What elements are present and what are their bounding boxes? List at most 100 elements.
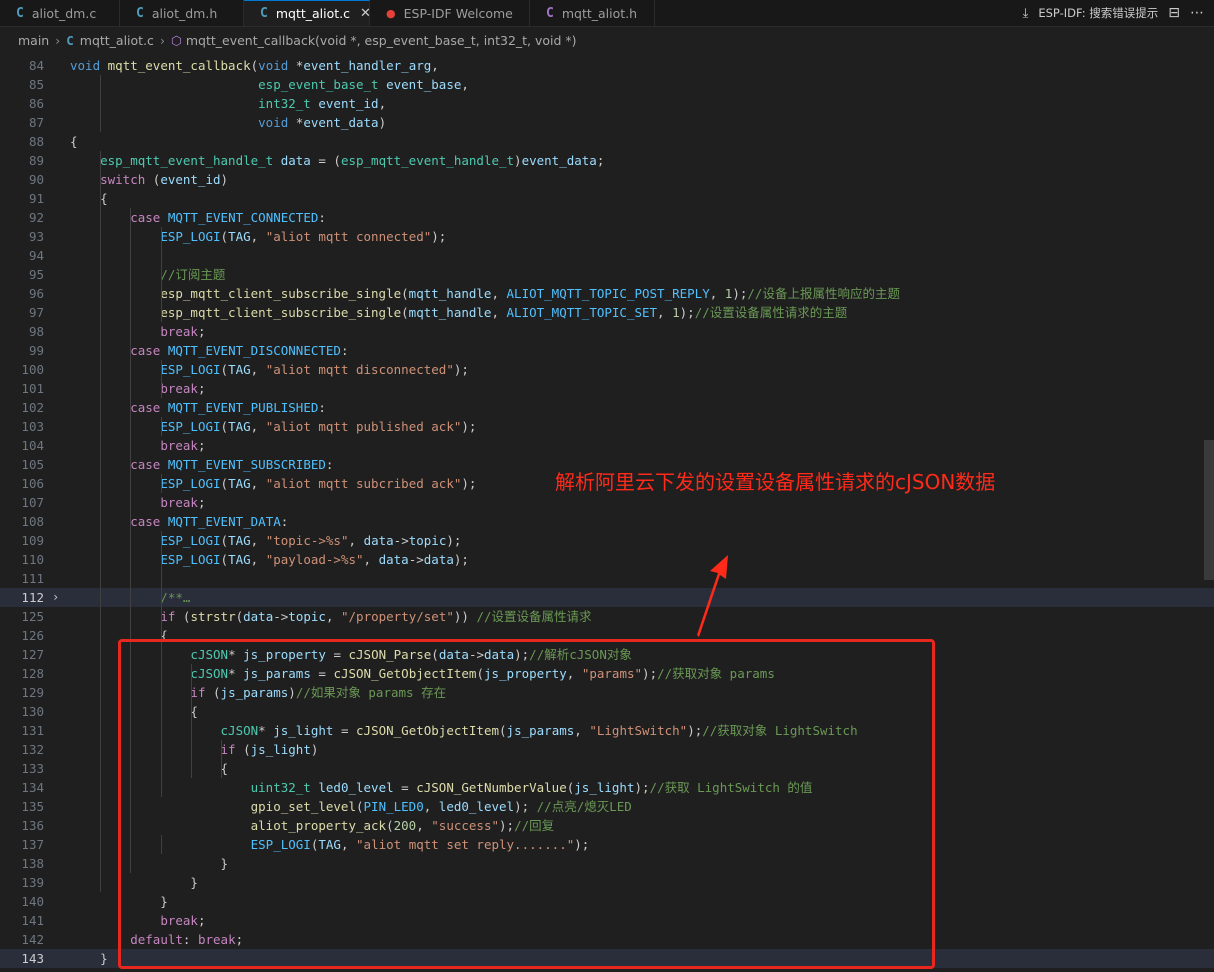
line-number: 97 <box>28 305 44 320</box>
line-number: 112 <box>21 590 44 605</box>
tab-label: aliot_dm.c <box>31 5 97 21</box>
code-text: ESP_LOGI(TAG, "aliot mqtt connected"); <box>160 229 447 244</box>
line-number: 100 <box>21 362 44 377</box>
line-number: 90 <box>28 172 44 187</box>
code-line[interactable]: 99 case MQTT_EVENT_DISCONNECTED: <box>0 341 1214 360</box>
line-number: 84 <box>28 58 44 73</box>
tab-aliot-dm-h[interactable]: C aliot_dm.h <box>120 0 244 26</box>
code-text: case MQTT_EVENT_SUBSCRIBED: <box>130 457 334 472</box>
code-line[interactable]: 101 break; <box>0 379 1214 398</box>
code-text: if (strstr(data->topic, "/property/set")… <box>160 609 592 624</box>
code-line[interactable]: 110 ESP_LOGI(TAG, "payload->%s", data->d… <box>0 550 1214 569</box>
split-editor-icon[interactable]: ⊟ <box>1168 5 1180 21</box>
code-line[interactable]: 91 { <box>0 189 1214 208</box>
code-line[interactable]: 112 › /**… <box>0 588 1214 607</box>
code-text: case MQTT_EVENT_DATA: <box>130 514 289 529</box>
indent-guide <box>160 417 162 436</box>
code-line[interactable]: 96 esp_mqtt_client_subscribe_single(mqtt… <box>0 284 1214 303</box>
line-number: 136 <box>21 818 44 833</box>
code-line[interactable]: 92 case MQTT_EVENT_CONNECTED: <box>0 208 1214 227</box>
code-text: esp_event_base_t event_base, <box>258 77 469 92</box>
line-number: 135 <box>21 799 44 814</box>
code-line[interactable]: 85 esp_event_base_t event_base, <box>0 75 1214 94</box>
indent-guide <box>100 75 102 132</box>
line-number: 110 <box>21 552 44 567</box>
line-number: 111 <box>21 571 44 586</box>
line-number: 103 <box>21 419 44 434</box>
code-line[interactable]: 94 <box>0 246 1214 265</box>
code-line[interactable]: 95 //订阅主题 <box>0 265 1214 284</box>
code-text: break; <box>160 438 206 453</box>
code-line[interactable]: 125 if (strstr(data->topic, "/property/s… <box>0 607 1214 626</box>
line-number: 132 <box>21 742 44 757</box>
line-number: 88 <box>28 134 44 149</box>
code-line[interactable]: 89 esp_mqtt_event_handle_t data = (esp_m… <box>0 151 1214 170</box>
line-number: 138 <box>21 856 44 871</box>
code-line[interactable]: 84 void mqtt_event_callback(void *event_h… <box>0 56 1214 75</box>
code-line[interactable]: 93 ESP_LOGI(TAG, "aliot mqtt connected")… <box>0 227 1214 246</box>
c-file-icon: C <box>16 5 24 21</box>
c-file-icon: C <box>66 32 74 48</box>
code-line[interactable]: 107 break; <box>0 493 1214 512</box>
breadcrumb-folder[interactable]: main <box>18 33 49 48</box>
tab-label: ESP-IDF Welcome <box>403 5 513 21</box>
fold-chevron-icon[interactable]: › <box>52 588 59 607</box>
line-number: 129 <box>21 685 44 700</box>
code-line[interactable]: 86 int32_t event_id, <box>0 94 1214 113</box>
code-text: esp_mqtt_client_subscribe_single(mqtt_ha… <box>160 305 848 320</box>
c-header-icon: C <box>546 5 554 21</box>
code-line[interactable]: 100 ESP_LOGI(TAG, "aliot mqtt disconnect… <box>0 360 1214 379</box>
code-line[interactable]: 108 case MQTT_EVENT_DATA: <box>0 512 1214 531</box>
indent-guide <box>160 227 162 322</box>
code-line[interactable]: 90 switch (event_id) <box>0 170 1214 189</box>
code-text: { <box>70 134 78 149</box>
line-number: 91 <box>28 191 44 206</box>
more-actions-icon[interactable]: ⋯ <box>1190 5 1204 21</box>
tab-aliot-dm-c[interactable]: C aliot_dm.c <box>0 0 120 26</box>
annotation-text: 解析阿里云下发的设置设备属性请求的cJSON数据 <box>555 470 996 494</box>
line-number: 126 <box>21 628 44 643</box>
code-text: ESP_LOGI(TAG, "topic->%s", data->topic); <box>160 533 462 548</box>
line-number: 98 <box>28 324 44 339</box>
tab-mqtt-aliot-h[interactable]: C mqtt_aliot.h <box>530 0 655 26</box>
code-line[interactable]: 87 void *event_data) <box>0 113 1214 132</box>
line-number: 101 <box>21 381 44 396</box>
code-text: } <box>70 951 108 966</box>
line-number: 89 <box>28 153 44 168</box>
code-line[interactable]: 97 esp_mqtt_client_subscribe_single(mqtt… <box>0 303 1214 322</box>
esp-idf-download-icon[interactable]: ⤓ <box>1023 6 1029 21</box>
code-text: void *event_data) <box>258 115 387 130</box>
line-number: 143 <box>21 951 44 966</box>
code-line[interactable]: 104 break; <box>0 436 1214 455</box>
code-line[interactable]: 103 ESP_LOGI(TAG, "aliot mqtt published … <box>0 417 1214 436</box>
line-number: 99 <box>28 343 44 358</box>
line-number: 94 <box>28 248 44 263</box>
tab-mqtt-aliot-c[interactable]: C mqtt_aliot.c ✕ <box>244 0 371 26</box>
code-line[interactable]: 109 ESP_LOGI(TAG, "topic->%s", data->top… <box>0 531 1214 550</box>
c-file-icon: C <box>260 6 268 21</box>
breadcrumb-file[interactable]: mqtt_aliot.c <box>80 33 154 48</box>
line-number: 107 <box>21 495 44 510</box>
c-file-icon: C <box>136 5 144 21</box>
code-line[interactable]: 88 { <box>0 132 1214 151</box>
breadcrumb-symbol[interactable]: mqtt_event_callback(void *, esp_event_ba… <box>186 33 577 48</box>
code-line[interactable]: 98 break; <box>0 322 1214 341</box>
code-editor[interactable]: 84 void mqtt_event_callback(void *event_h… <box>0 55 1214 972</box>
code-line[interactable]: 102 case MQTT_EVENT_PUBLISHED: <box>0 398 1214 417</box>
line-number: 105 <box>21 457 44 472</box>
code-text: break; <box>160 381 206 396</box>
tab-esp-idf-welcome[interactable]: ● ESP-IDF Welcome <box>370 0 530 26</box>
code-line[interactable]: 111 <box>0 569 1214 588</box>
line-number: 96 <box>28 286 44 301</box>
chevron-right-icon: › <box>55 32 61 48</box>
line-number: 95 <box>28 267 44 282</box>
line-number: 139 <box>21 875 44 890</box>
scrollbar-thumb[interactable] <box>1204 440 1214 580</box>
code-text: case MQTT_EVENT_DISCONNECTED: <box>130 343 349 358</box>
code-text: esp_mqtt_client_subscribe_single(mqtt_ha… <box>160 286 900 301</box>
esp-idf-search-errors[interactable]: ESP-IDF: 搜索错误提示 <box>1038 5 1158 21</box>
line-number: 102 <box>21 400 44 415</box>
line-number: 87 <box>28 115 44 130</box>
line-number: 128 <box>21 666 44 681</box>
line-number: 85 <box>28 77 44 92</box>
